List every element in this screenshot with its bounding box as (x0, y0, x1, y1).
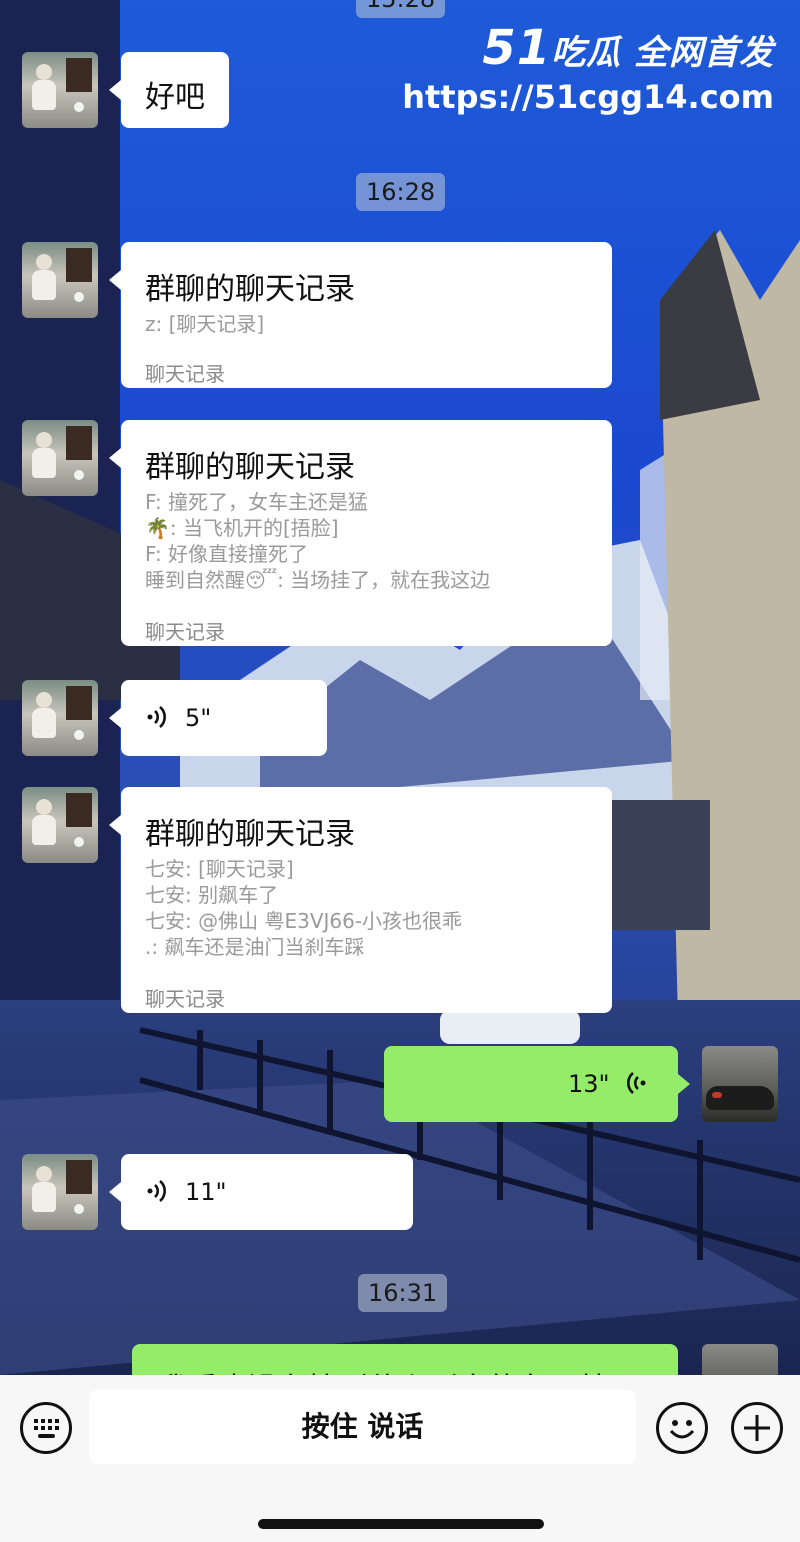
self-avatar[interactable] (702, 1046, 778, 1122)
chat-record-footer: 聊天记录 (145, 620, 225, 644)
timestamp: 16:31 (358, 1274, 448, 1312)
chat-record-preview-line: 🌴: 当飞机开的[捂脸] (145, 516, 339, 540)
chat-record-title: 群聊的聊天记录 (145, 450, 355, 485)
chat-input-bar: 按住 说话 (0, 1375, 800, 1542)
chat-record-footer: 聊天记录 (145, 987, 225, 1011)
watermark-url: https://51cgg14.com (402, 78, 774, 116)
contact-avatar[interactable] (22, 242, 98, 318)
site-watermark: 51吃瓜 全网首发 https://51cgg14.com (402, 20, 774, 116)
chat-record-footer: 聊天记录 (145, 362, 225, 386)
chat-record-preview-line: z: [聊天记录] (145, 312, 265, 336)
plus-icon[interactable] (731, 1402, 783, 1454)
contact-avatar[interactable] (22, 680, 98, 756)
chat-record-preview-line: 七安: @佛山 粤E3VJ66-小孩也很乖 (145, 909, 463, 933)
chat-record-preview-line: F: 好像直接撞死了 (145, 542, 309, 566)
contact-avatar[interactable] (22, 1154, 98, 1230)
chat-record-preview-line: F: 撞死了，女车主还是猛 (145, 490, 369, 514)
contact-avatar[interactable] (22, 787, 98, 863)
voice-wave-icon (147, 706, 166, 728)
chat-record-card[interactable]: 群聊的聊天记录 F: 撞死了，女车主还是猛 🌴: 当飞机开的[捂脸] F: 好像… (109, 420, 612, 646)
chat-record-preview-line: 睡到自然醒😴: 当场挂了，就在我这边 (145, 568, 491, 592)
timestamp: 16:28 (356, 173, 446, 211)
chat-record-card[interactable]: 群聊的聊天记录 七安: [聊天记录] 七安: 别飙车了 七安: @佛山 粤E3V… (109, 787, 612, 1013)
chat-record-card[interactable]: 群聊的聊天记录 z: [聊天记录] 聊天记录 (109, 242, 612, 388)
chat-record-preview-line: 七安: 别飙车了 (145, 883, 279, 907)
voice-duration: 13" (568, 1070, 610, 1098)
contact-avatar[interactable] (22, 420, 98, 496)
voice-wave-icon (627, 1072, 646, 1094)
watermark-brand: 51吃瓜 全网首发 (402, 20, 774, 76)
emoji-icon[interactable] (656, 1402, 708, 1454)
hold-to-talk-button[interactable]: 按住 说话 (89, 1390, 636, 1464)
chat-record-preview-line: 七安: [聊天记录] (145, 857, 294, 881)
chat-record-title: 群聊的聊天记录 (145, 272, 355, 307)
text-message-bubble[interactable]: 好吧 (109, 52, 229, 128)
voice-duration: 11" (185, 1178, 227, 1206)
watermark-brand-number: 51 (482, 20, 552, 76)
timestamp: 15:28 (356, 0, 446, 18)
self-voice-message-bubble[interactable]: 13" (384, 1046, 690, 1122)
message-text: 好吧 (145, 80, 205, 115)
voice-message-bubble[interactable]: 11" (109, 1154, 413, 1230)
watermark-brand-text: 吃瓜 全网首发 (551, 33, 774, 73)
voice-message-bubble[interactable]: 5" (109, 680, 327, 756)
chat-record-title: 群聊的聊天记录 (145, 817, 355, 852)
voice-duration: 5" (185, 704, 212, 732)
home-indicator (258, 1519, 544, 1529)
chat-record-preview-line: .: 飙车还是油门当刹车踩 (145, 935, 365, 959)
contact-avatar[interactable] (22, 52, 98, 128)
keyboard-icon[interactable] (20, 1402, 72, 1454)
voice-wave-icon (147, 1180, 166, 1202)
